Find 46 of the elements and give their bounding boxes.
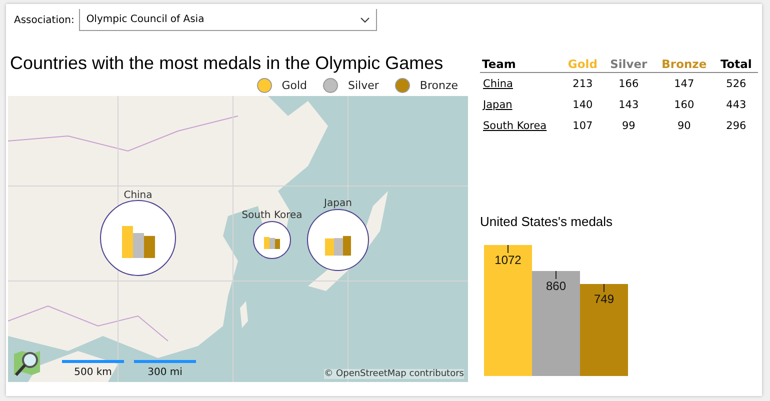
- association-label: Association:: [14, 14, 74, 26]
- bar-value: 860: [546, 278, 566, 293]
- table-cell-text: 443: [725, 98, 748, 113]
- bar-value: 1072: [494, 253, 522, 267]
- scale-bar: [134, 360, 196, 363]
- country-label: China: [124, 190, 152, 201]
- association-dropdown[interactable]: Olympic Council of Asia: [79, 9, 378, 31]
- column-header: Team: [480, 55, 562, 72]
- map-attribution: © OpenStreetMap contributors: [324, 369, 464, 379]
- team-link[interactable]: South Korea: [480, 120, 547, 132]
- table-cell-text: 99: [620, 119, 636, 134]
- table-cell: 213: [562, 72, 604, 94]
- column-header: Total: [714, 55, 758, 72]
- mini-bar-chart-icon: [264, 237, 280, 250]
- table-cell: 147: [654, 72, 714, 94]
- legend-label: Bronze: [420, 78, 458, 92]
- table-cell: 526: [714, 72, 758, 94]
- column-header: Gold: [562, 55, 604, 72]
- chart-title: United States's medals: [480, 214, 614, 229]
- map-title: Countries with the most medals in the Olympic Games: [10, 53, 444, 74]
- mini-bar-chart-icon: [324, 236, 352, 256]
- table-cell-text: 140: [572, 98, 594, 113]
- table-cell: 166: [603, 72, 654, 94]
- table-cell-text: 160: [673, 98, 696, 113]
- bar-value: 749: [594, 292, 614, 306]
- zoom-icon[interactable]: [12, 348, 42, 378]
- table-cell-text: 143: [618, 98, 640, 113]
- label-tick: [507, 245, 509, 253]
- table-cell-text: 296: [725, 119, 748, 134]
- team-link[interactable]: China: [480, 78, 513, 90]
- legend-label: Gold: [282, 78, 308, 92]
- chevron-down-icon: [360, 16, 370, 22]
- country-label: South Korea: [242, 210, 302, 221]
- table-cell-text: 90: [676, 119, 692, 134]
- label-tick: [555, 270, 557, 279]
- table-cell-text: 107: [572, 119, 594, 134]
- scale-label: 500 km: [74, 367, 112, 378]
- column-header: Bronze: [654, 55, 714, 72]
- team-link[interactable]: Japan: [480, 99, 512, 111]
- scale-bar: [62, 360, 124, 363]
- country-label: Japan: [324, 198, 352, 209]
- column-header: Silver: [603, 55, 654, 72]
- label-tick: [603, 284, 605, 292]
- mini-bar-chart-icon: [122, 226, 154, 258]
- scale-label: 300 mi: [148, 367, 182, 378]
- legend-label: Silver: [348, 78, 379, 92]
